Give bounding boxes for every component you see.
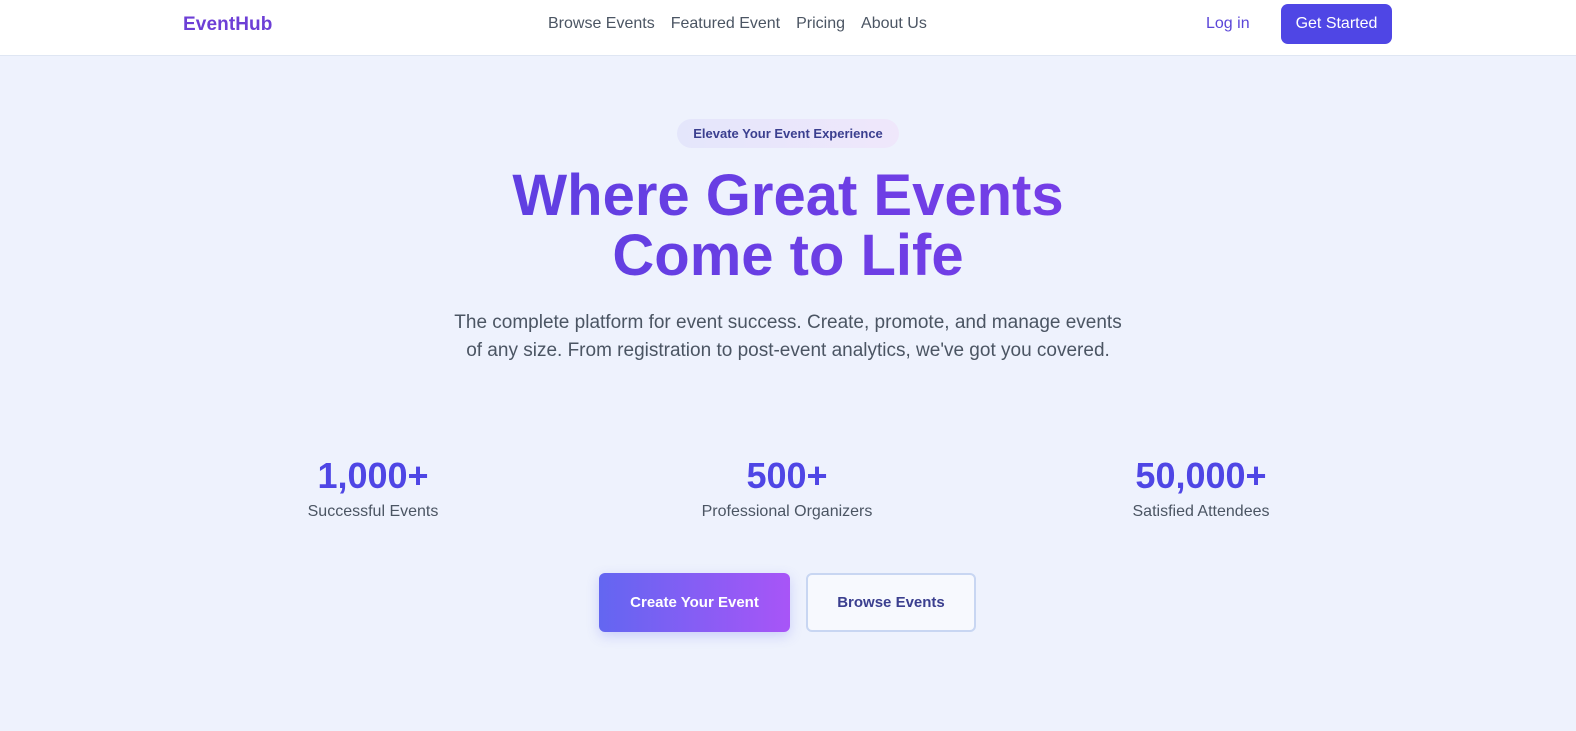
stat-successful-events: 1,000+ Successful Events [223,454,523,521]
hero-title: Where Great Events Come to Life [388,166,1188,286]
stat-value: 50,000+ [1135,455,1267,496]
nav-link-pricing[interactable]: Pricing [796,15,845,33]
stat-value: 1,000+ [317,455,429,496]
browse-events-button[interactable]: Browse Events [806,573,976,632]
nav-link-featured-event[interactable]: Featured Event [671,15,780,33]
hero-badge: Elevate Your Event Experience [677,119,899,148]
stat-professional-organizers: 500+ Professional Organizers [637,454,937,521]
hero-title-line-1: Where Great Events [512,163,1064,228]
login-link[interactable]: Log in [1206,15,1250,33]
create-event-button[interactable]: Create Your Event [599,573,790,632]
stat-label: Professional Organizers [701,503,873,520]
stat-satisfied-attendees: 50,000+ Satisfied Attendees [1051,454,1351,521]
stat-value: 500+ [746,455,828,496]
hero-subtitle: The complete platform for event success.… [454,312,1122,361]
hero-title-line-2: Come to Life [612,223,964,288]
stat-label: Successful Events [307,503,439,520]
main-nav: Browse Events Featured Event Pricing Abo… [548,15,927,33]
top-navbar: EventHub Browse Events Featured Event Pr… [0,0,1576,56]
stat-label: Satisfied Attendees [1132,503,1270,520]
get-started-button[interactable]: Get Started [1281,4,1392,44]
nav-link-about-us[interactable]: About Us [861,15,927,33]
logo[interactable]: EventHub [183,14,272,36]
nav-link-browse-events[interactable]: Browse Events [548,15,655,33]
